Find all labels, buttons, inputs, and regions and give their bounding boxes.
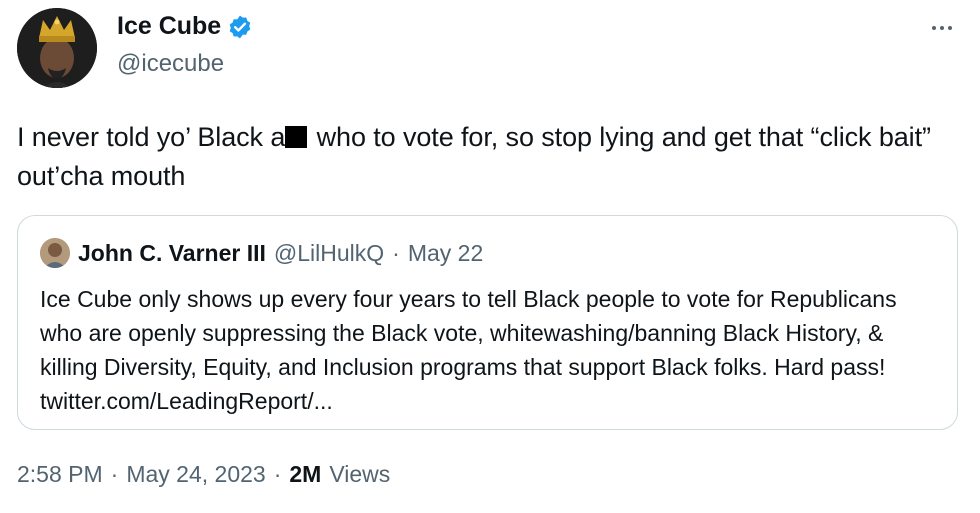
author-display-name[interactable]: Ice Cube	[117, 12, 221, 41]
verified-badge-icon	[227, 14, 253, 40]
redaction-box	[285, 126, 308, 148]
quoted-tweet-text: Ice Cube only shows up every four years …	[40, 286, 897, 414]
quoted-date[interactable]: May 22	[408, 240, 483, 267]
tweet-text: I never told yo’ Black a who to vote for…	[17, 118, 967, 196]
tweet-date[interactable]: May 24, 2023	[126, 461, 265, 488]
tweet-text-part1: I never told yo’ Black a	[17, 122, 286, 152]
quoted-tweet[interactable]: John C. Varner III @LilHulkQ · May 22 Ic…	[17, 215, 958, 430]
quoted-author-avatar[interactable]	[40, 238, 70, 268]
separator-dot: ·	[110, 461, 119, 487]
quoted-author-name[interactable]: John C. Varner III	[78, 240, 266, 267]
separator-dot: ·	[392, 239, 400, 266]
views-label: Views	[329, 461, 391, 487]
quoted-author-handle[interactable]: @LilHulkQ	[274, 240, 384, 267]
author-handle[interactable]: @icecube	[117, 50, 224, 78]
more-options-icon[interactable]	[926, 18, 958, 38]
views-count[interactable]: 2M	[289, 461, 321, 488]
tweet-meta: 2:58 PM · May 24, 2023 · 2M Views	[17, 461, 390, 488]
separator-dot: ·	[273, 461, 282, 487]
author-avatar[interactable]	[17, 8, 97, 88]
tweet-time[interactable]: 2:58 PM	[17, 461, 103, 488]
